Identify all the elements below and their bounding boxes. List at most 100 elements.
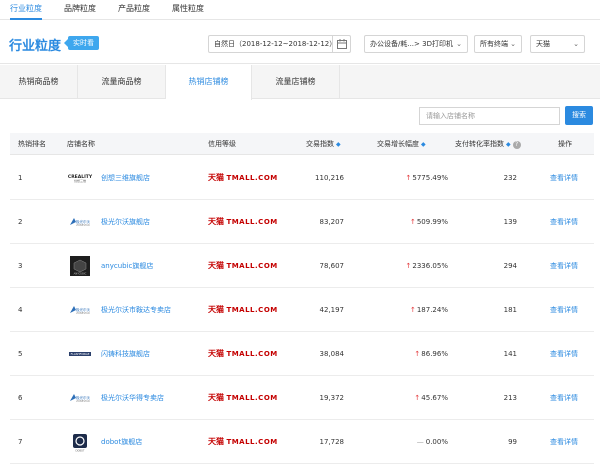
anycubic-logo: ANYCUBIC <box>67 256 93 276</box>
tmall-cn-text: 天猫 <box>208 261 224 270</box>
col-trade-index[interactable]: 交易指数 ◆ <box>306 133 341 156</box>
tmall-cn-text: 天猫 <box>208 349 224 358</box>
growth-percent: 187.24% <box>416 306 448 314</box>
tab-product[interactable]: 产品粒度 <box>118 0 150 20</box>
growth-value: ↑86.96% <box>370 332 448 376</box>
growth-percent: 86.96% <box>421 350 448 358</box>
tmall-en-text: TMALL.COM <box>226 262 278 270</box>
title-row: 行业粒度 实时看 自然日（2018-12-12~2018-12-12） 办公设备… <box>0 26 600 64</box>
growth-percent: 45.67% <box>421 394 448 402</box>
conversion-index-value: 181 <box>503 306 517 314</box>
growth-value: —0.00% <box>370 420 448 464</box>
svg-text:FLASHFORGE: FLASHFORGE <box>71 352 90 356</box>
svg-text:ZONESTAR: ZONESTAR <box>76 311 90 315</box>
shop-name-link[interactable]: 闪铸科技旗舰店 <box>101 332 150 376</box>
conversion-index-value: 213 <box>503 394 517 402</box>
shop-name-link[interactable]: 极光尔沃市鞍达专卖店 <box>101 288 171 332</box>
shop-name-link[interactable]: 极光尔沃华得专卖店 <box>101 376 164 420</box>
col-growth-label: 交易增长幅度 <box>377 140 419 148</box>
tmall-credit-logo: 天猫 TMALL.COM <box>208 244 278 288</box>
rank-value: 4 <box>18 306 23 314</box>
view-details-link[interactable]: 查看详情 <box>550 376 578 420</box>
sort-icon[interactable]: ◆ <box>421 141 426 148</box>
col-trade-index-label: 交易指数 <box>306 140 334 148</box>
tab-attribute[interactable]: 属性粒度 <box>172 0 204 20</box>
arrow-up-icon: ↑ <box>405 174 412 182</box>
col-action: 操作 <box>558 140 572 148</box>
table-row: 1 CREALITY 创想三维 创想三维旗舰店 天猫 TMALL.COM 110,216 ↑… <box>10 156 594 200</box>
svg-text:DOBOT: DOBOT <box>75 449 85 453</box>
platform-select[interactable]: 天猫 ⌄ <box>530 35 585 53</box>
tmall-credit-logo: 天猫 TMALL.COM <box>208 288 278 332</box>
chevron-down-icon: ⌄ <box>510 40 516 48</box>
growth-value: ↑5775.49% <box>370 156 448 200</box>
tmall-en-text: TMALL.COM <box>226 394 278 402</box>
table-row: 4 极光尔沃 ZONESTAR 极光尔沃市鞍达专卖店 天猫 TMALL.COM 42,19… <box>10 288 594 332</box>
help-icon[interactable]: ? <box>512 141 521 149</box>
date-range-picker[interactable]: 自然日（2018-12-12~2018-12-12） <box>208 35 351 53</box>
chevron-down-icon: ⌄ <box>573 40 579 48</box>
terminal-select[interactable]: 所有终端 ⌄ <box>474 35 522 53</box>
trade-index-value: 78,607 <box>319 262 345 270</box>
shop-name-link[interactable]: 创想三维旗舰店 <box>101 156 150 200</box>
trade-index-value: 17,728 <box>319 438 345 446</box>
tmall-en-text: TMALL.COM <box>226 306 278 314</box>
svg-text:创想三维: 创想三维 <box>74 178 86 183</box>
ranking-tab-bar: 热销商品榜 流量商品榜 热销店铺榜 流量店铺榜 <box>0 65 600 100</box>
tmall-en-text: TMALL.COM <box>226 350 278 358</box>
trade-index-value: 19,372 <box>319 394 345 402</box>
search-button[interactable]: 搜索 <box>565 106 593 125</box>
top-tab-bar: 行业粒度 品牌粒度 产品粒度 属性粒度 <box>0 0 600 20</box>
conversion-index-value: 139 <box>503 218 517 226</box>
category-select[interactable]: 办公设备/耗...> 3D打印机 ⌄ <box>364 35 468 53</box>
table-row: 6 极光尔沃 ZONESTAR 极光尔沃华得专卖店 天猫 TMALL.COM 19,372… <box>10 376 594 420</box>
col-conversion-label: 支付转化率指数 <box>455 140 504 148</box>
realtime-badge: 实时看 <box>64 36 99 50</box>
shop-name-link[interactable]: anycubic旗舰店 <box>101 244 153 288</box>
growth-percent: 0.00% <box>425 438 448 446</box>
tmall-en-text: TMALL.COM <box>226 218 278 226</box>
conversion-index-value: 99 <box>508 438 517 446</box>
svg-text:ZONESTAR: ZONESTAR <box>76 399 90 403</box>
calendar-icon[interactable] <box>332 36 350 52</box>
table-header: 热销排名 店铺名称 信用等级 交易指数 ◆ 交易增长幅度 ◆ 支付转化率指数 ◆? 操… <box>10 133 594 155</box>
shop-name-link[interactable]: 极光尔沃旗舰店 <box>101 200 150 244</box>
tmall-cn-text: 天猫 <box>208 173 224 182</box>
sort-icon[interactable]: ◆ <box>506 141 511 148</box>
col-growth[interactable]: 交易增长幅度 ◆ <box>377 133 426 156</box>
growth-value: ↑45.67% <box>370 376 448 420</box>
shop-search-input[interactable] <box>419 107 560 125</box>
trade-index-value: 38,084 <box>319 350 345 358</box>
table-row: 2 极光尔沃 ZONESTAR 极光尔沃旗舰店 天猫 TMALL.COM 83,207 ↑5… <box>10 200 594 244</box>
table-row: 5 FLASHFORGE 闪铸科技旗舰店 天猫 TMALL.COM 38,084 ↑86.… <box>10 332 594 376</box>
shop-name-link[interactable]: dobot旗舰店 <box>101 420 142 464</box>
tab-traffic-products[interactable]: 流量商品榜 <box>78 65 166 99</box>
sort-icon[interactable]: ◆ <box>336 141 341 148</box>
conversion-index-value: 294 <box>503 262 517 270</box>
tab-traffic-shops[interactable]: 流量店铺榜 <box>252 65 340 99</box>
view-details-link[interactable]: 查看详情 <box>550 332 578 376</box>
col-conversion[interactable]: 支付转化率指数 ◆? <box>455 133 521 156</box>
view-details-link[interactable]: 查看详情 <box>550 420 578 464</box>
date-range-value: 自然日（2018-12-12~2018-12-12） <box>214 40 337 48</box>
tab-industry[interactable]: 行业粒度 <box>10 0 42 20</box>
view-details-link[interactable]: 查看详情 <box>550 200 578 244</box>
view-details-link[interactable]: 查看详情 <box>550 244 578 288</box>
tab-brand[interactable]: 品牌粒度 <box>64 0 96 20</box>
tmall-credit-logo: 天猫 TMALL.COM <box>208 156 278 200</box>
page-title: 行业粒度 <box>9 39 62 54</box>
flashforge-logo: FLASHFORGE <box>67 344 93 364</box>
tmall-credit-logo: 天猫 TMALL.COM <box>208 420 278 464</box>
table-row: 7 DOBOT dobot旗舰店 天猫 TMALL.COM 17,728 —0.00% 99… <box>10 420 594 464</box>
zonestar-logo: 极光尔沃 ZONESTAR <box>67 300 93 320</box>
view-details-link[interactable]: 查看详情 <box>550 156 578 200</box>
creality-logo: CREALITY 创想三维 <box>67 168 93 188</box>
tmall-cn-text: 天猫 <box>208 217 224 226</box>
trade-index-value: 83,207 <box>319 218 345 226</box>
tab-hot-shops[interactable]: 热销店铺榜 <box>166 65 252 100</box>
svg-text:ZONESTAR: ZONESTAR <box>76 223 90 227</box>
zonestar-logo: 极光尔沃 ZONESTAR <box>67 212 93 232</box>
growth-percent: 509.99% <box>416 218 448 226</box>
view-details-link[interactable]: 查看详情 <box>550 288 578 332</box>
tab-hot-products[interactable]: 热销商品榜 <box>0 65 78 99</box>
